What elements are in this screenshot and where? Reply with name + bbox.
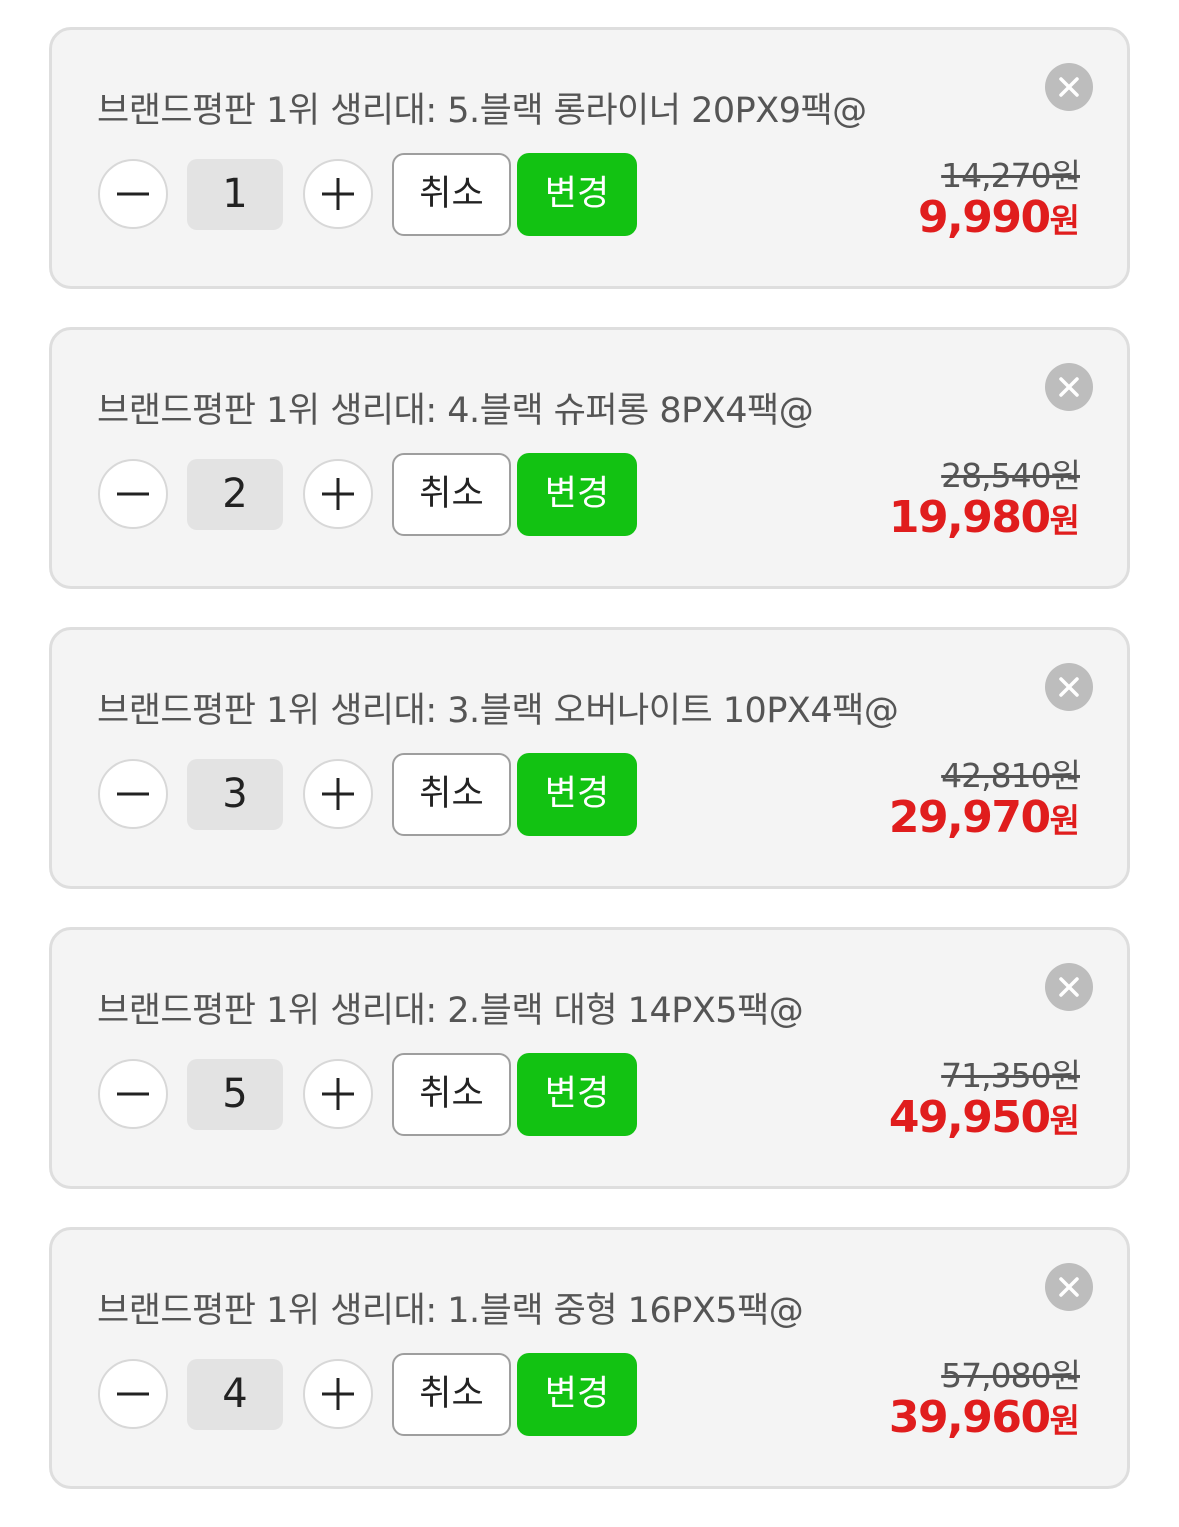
close-icon — [1059, 977, 1079, 997]
decrease-quantity-button[interactable] — [98, 1359, 168, 1429]
sale-price-amount: 9,990 — [917, 192, 1051, 243]
change-button[interactable]: 변경 — [517, 1353, 637, 1436]
cart-item-card: 브랜드평판 1위 생리대: 1.블랙 중형 16PX5팩@ 4 취소 변경 57… — [49, 1227, 1130, 1489]
sale-price-currency: 원 — [1049, 201, 1080, 240]
plus-icon — [322, 1378, 354, 1410]
change-button[interactable]: 변경 — [517, 753, 637, 836]
sale-price-currency: 원 — [1049, 801, 1080, 840]
plus-icon — [322, 1078, 354, 1110]
product-option-title: 브랜드평판 1위 생리대: 1.블랙 중형 16PX5팩@ — [97, 1291, 804, 1331]
change-button[interactable]: 변경 — [517, 153, 637, 236]
product-option-title: 브랜드평판 1위 생리대: 3.블랙 오버나이트 10PX4팩@ — [97, 691, 899, 731]
close-icon — [1059, 677, 1079, 697]
sale-price-currency: 원 — [1049, 1401, 1080, 1440]
original-price: 57,080원 — [941, 1356, 1081, 1395]
decrease-quantity-button[interactable] — [98, 159, 168, 229]
cancel-button[interactable]: 취소 — [392, 1353, 511, 1436]
cart-item-card: 브랜드평판 1위 생리대: 3.블랙 오버나이트 10PX4팩@ 3 취소 변경… — [49, 627, 1130, 889]
plus-icon — [322, 778, 354, 810]
close-icon — [1059, 377, 1079, 397]
cancel-button[interactable]: 취소 — [392, 453, 511, 536]
sale-price-currency: 원 — [1049, 1101, 1080, 1140]
remove-item-button[interactable] — [1045, 63, 1093, 111]
minus-icon — [117, 192, 149, 196]
cancel-button[interactable]: 취소 — [392, 753, 511, 836]
increase-quantity-button[interactable] — [303, 1059, 373, 1129]
remove-item-button[interactable] — [1045, 1263, 1093, 1311]
quantity-value[interactable]: 2 — [187, 459, 283, 530]
product-option-title: 브랜드평판 1위 생리대: 5.블랙 롱라이너 20PX9팩@ — [97, 91, 867, 131]
remove-item-button[interactable] — [1045, 663, 1093, 711]
decrease-quantity-button[interactable] — [98, 459, 168, 529]
minus-icon — [117, 1392, 149, 1396]
original-price: 28,540원 — [941, 456, 1081, 495]
quantity-value[interactable]: 3 — [187, 759, 283, 830]
increase-quantity-button[interactable] — [303, 459, 373, 529]
remove-item-button[interactable] — [1045, 363, 1093, 411]
minus-icon — [117, 792, 149, 796]
close-icon — [1059, 77, 1079, 97]
decrease-quantity-button[interactable] — [98, 1059, 168, 1129]
cancel-button[interactable]: 취소 — [392, 153, 511, 236]
sale-price-amount: 29,970 — [888, 792, 1051, 843]
increase-quantity-button[interactable] — [303, 159, 373, 229]
plus-icon — [322, 478, 354, 510]
quantity-value[interactable]: 1 — [187, 159, 283, 230]
product-option-title: 브랜드평판 1위 생리대: 4.블랙 슈퍼롱 8PX4팩@ — [97, 391, 814, 431]
original-price: 14,270원 — [941, 156, 1081, 195]
sale-price-amount: 39,960 — [888, 1392, 1051, 1443]
product-option-title: 브랜드평판 1위 생리대: 2.블랙 대형 14PX5팩@ — [97, 991, 804, 1031]
increase-quantity-button[interactable] — [303, 1359, 373, 1429]
cart-item-card: 브랜드평판 1위 생리대: 2.블랙 대형 14PX5팩@ 5 취소 변경 71… — [49, 927, 1130, 1189]
sale-price: 29,970원 — [889, 792, 1080, 843]
cart-item-card: 브랜드평판 1위 생리대: 4.블랙 슈퍼롱 8PX4팩@ 2 취소 변경 28… — [49, 327, 1130, 589]
close-icon — [1059, 1277, 1079, 1297]
sale-price: 9,990원 — [918, 192, 1080, 243]
cart-item-card: 브랜드평판 1위 생리대: 5.블랙 롱라이너 20PX9팩@ 1 취소 변경 … — [49, 27, 1130, 289]
sale-price: 49,950원 — [889, 1092, 1080, 1143]
quantity-value[interactable]: 4 — [187, 1359, 283, 1430]
change-button[interactable]: 변경 — [517, 453, 637, 536]
sale-price: 39,960원 — [889, 1392, 1080, 1443]
minus-icon — [117, 1092, 149, 1096]
quantity-value[interactable]: 5 — [187, 1059, 283, 1130]
plus-icon — [322, 178, 354, 210]
sale-price-amount: 49,950 — [888, 1092, 1051, 1143]
minus-icon — [117, 492, 149, 496]
cart-option-list: 브랜드평판 1위 생리대: 5.블랙 롱라이너 20PX9팩@ 1 취소 변경 … — [49, 27, 1130, 1527]
sale-price-amount: 19,980 — [888, 492, 1051, 543]
sale-price: 19,980원 — [889, 492, 1080, 543]
decrease-quantity-button[interactable] — [98, 759, 168, 829]
increase-quantity-button[interactable] — [303, 759, 373, 829]
cancel-button[interactable]: 취소 — [392, 1053, 511, 1136]
original-price: 71,350원 — [941, 1056, 1081, 1095]
sale-price-currency: 원 — [1049, 501, 1080, 540]
remove-item-button[interactable] — [1045, 963, 1093, 1011]
original-price: 42,810원 — [941, 756, 1081, 795]
change-button[interactable]: 변경 — [517, 1053, 637, 1136]
